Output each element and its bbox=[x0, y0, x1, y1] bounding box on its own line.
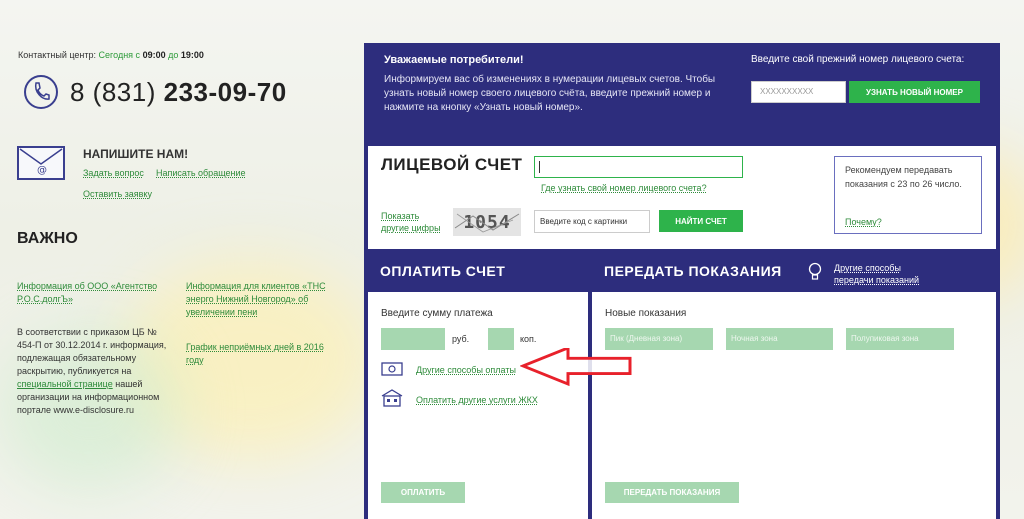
other-meter-methods-line1: Другие способы bbox=[834, 263, 901, 273]
peak-zone-input[interactable]: Пик (Дневная зона) bbox=[605, 328, 713, 350]
recommendation-text: Рекомендуем передавать показания с 23 по… bbox=[845, 165, 962, 189]
rub-input[interactable] bbox=[381, 328, 445, 350]
old-number-input[interactable]: XXXXXXXXXX bbox=[751, 81, 846, 103]
why-link[interactable]: Почему? bbox=[845, 217, 882, 227]
rub-label: руб. bbox=[452, 334, 470, 344]
notice-body: Информируем вас об изменениях в нумераци… bbox=[384, 74, 716, 113]
phone-number: 8 (831) 233-09-70 bbox=[70, 76, 287, 107]
pay-title: ОПЛАТИТЬ СЧЕТ bbox=[380, 263, 506, 279]
important-title: ВАЖНО bbox=[17, 230, 78, 247]
text-caret bbox=[539, 161, 540, 173]
amount-label: Введите сумму платежа bbox=[381, 308, 493, 319]
send-appeal-link[interactable]: Написать обращение bbox=[156, 168, 246, 178]
kop-input[interactable] bbox=[488, 328, 514, 350]
captcha-code-input[interactable]: Введите код с картинки bbox=[534, 210, 650, 233]
captcha-image: 1054 bbox=[453, 208, 521, 236]
pay-header: ОПЛАТИТЬ СЧЕТ bbox=[368, 252, 588, 292]
kop-label: коп. bbox=[520, 334, 537, 344]
night-zone-input[interactable]: Ночная зона bbox=[726, 328, 833, 350]
where-account-number-link[interactable]: Где узнать свой номер лицевого счета? bbox=[541, 183, 707, 193]
send-readings-button[interactable]: ПЕРЕДАТЬ ПОКАЗАНИЯ bbox=[605, 482, 739, 503]
other-meter-methods-line2: передачи показаний bbox=[834, 275, 920, 285]
new-readings-label: Новые показания bbox=[605, 308, 687, 319]
account-number-input[interactable] bbox=[534, 156, 743, 178]
pay-other-services-link[interactable]: Оплатить другие услуги ЖКХ bbox=[416, 395, 538, 405]
contact-hours: Контактный центр: Сегодня с 09:00 до 19:… bbox=[18, 50, 204, 60]
special-page-link[interactable]: специальной странице bbox=[17, 379, 113, 389]
meter-title: ПЕРЕДАТЬ ПОКАЗАНИЯ bbox=[604, 263, 782, 279]
building-icon bbox=[381, 389, 403, 412]
agency-info-link[interactable]: Информация об ООО «Агентство Р.О.С.долгЪ… bbox=[17, 280, 167, 306]
lightbulb-icon bbox=[808, 262, 822, 287]
phone-block: 8 (831) 233-09-70 bbox=[24, 75, 287, 109]
disclosure-text: В соответствии с приказом ЦБ № 454-П от … bbox=[17, 327, 167, 415]
find-account-button[interactable]: НАЙТИ СЧЕТ bbox=[659, 210, 743, 232]
tns-info-link[interactable]: Информация для клиентов «ТНС энерго Нижн… bbox=[186, 280, 331, 319]
half-peak-zone-input[interactable]: Полупиковая зона bbox=[846, 328, 954, 350]
ask-question-link[interactable]: Задать вопрос bbox=[83, 168, 144, 178]
phone-icon bbox=[24, 75, 58, 109]
leave-request-link[interactable]: Оставить заявку bbox=[83, 189, 152, 199]
holidays-schedule-link[interactable]: График неприёмных дней в 2016 году bbox=[186, 341, 331, 367]
recommendation-box: Рекомендуем передавать показания с 23 по… bbox=[834, 156, 982, 234]
other-meter-methods-link[interactable]: Другие способы передачи показаний bbox=[834, 262, 919, 286]
account-title: ЛИЦЕВОЙ СЧЕТ bbox=[381, 155, 523, 174]
other-payment-methods-link[interactable]: Другие способы оплаты bbox=[416, 365, 516, 375]
old-number-label: Введите свой прежний номер лицевого счет… bbox=[751, 54, 965, 65]
red-arrow-annotation bbox=[519, 345, 634, 393]
svg-text:@: @ bbox=[37, 165, 47, 176]
meter-header: ПЕРЕДАТЬ ПОКАЗАНИЯ Другие способы переда… bbox=[592, 252, 996, 292]
find-new-number-button[interactable]: УЗНАТЬ НОВЫЙ НОМЕР bbox=[849, 81, 980, 103]
pay-button[interactable]: ОПЛАТИТЬ bbox=[381, 482, 465, 503]
show-other-digits-link[interactable]: Показать другие цифры bbox=[381, 210, 446, 234]
mail-icon: @ bbox=[17, 146, 65, 180]
banknote-icon bbox=[381, 362, 403, 381]
write-us-title: НАПИШИТЕ НАМ! bbox=[83, 147, 189, 161]
notice-title: Уважаемые потребители! bbox=[384, 54, 524, 66]
